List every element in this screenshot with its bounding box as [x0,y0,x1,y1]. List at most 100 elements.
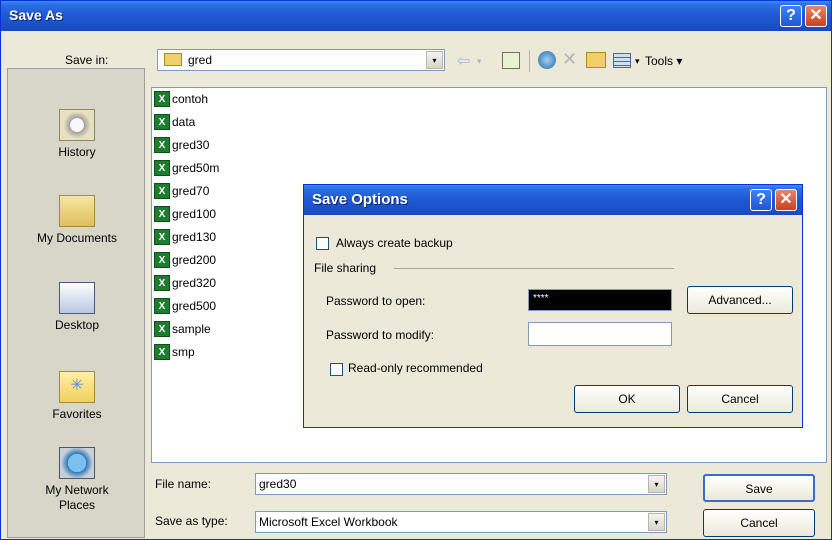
excel-file-icon: X [154,160,170,176]
password-modify-label: Password to modify: [326,328,435,342]
file-name: gred100 [172,207,217,221]
search-web-icon[interactable] [538,51,556,69]
file-name: smp [172,345,195,359]
my-documents-icon [59,195,95,227]
network-places-icon [59,447,95,479]
place-label: History [58,145,96,159]
file-name: data [172,115,196,129]
file-item-gred500[interactable]: Xgred500 [154,295,216,317]
place-label: My Network Places [45,483,109,512]
history-icon [59,109,95,141]
place-label: My Documents [36,231,118,245]
file-item-contoh[interactable]: Xcontoh [154,88,208,110]
place-history[interactable]: History [8,109,146,159]
file-name: gred320 [172,276,217,290]
back-icon[interactable]: ⇦ [457,51,470,71]
chevron-down-icon[interactable]: ▾ [648,475,665,493]
file-sharing-label: File sharing [314,261,377,275]
excel-file-icon: X [154,91,170,107]
file-item-gred130[interactable]: Xgred130 [154,226,216,248]
password-open-input[interactable]: **** [528,289,672,311]
save-options-dialog: Save Options ? ✕ Always create backup Fi… [303,184,803,428]
excel-file-icon: X [154,298,170,314]
file-item-gred200[interactable]: Xgred200 [154,249,216,271]
excel-file-icon: X [154,114,170,130]
file-name: gred130 [172,230,217,244]
file-item-gred320[interactable]: Xgred320 [154,272,216,294]
excel-file-icon: X [154,183,170,199]
save-as-type-dropdown[interactable]: Microsoft Excel Workbook ▾ [255,511,667,533]
file-name: gred500 [172,299,217,313]
chevron-down-icon[interactable]: ▾ [426,51,443,69]
place-label: Favorites [52,407,102,421]
up-folder-icon[interactable] [502,52,520,69]
file-name: sample [172,322,211,336]
file-name-label: File name: [155,477,212,491]
file-name: gred50m [172,161,220,175]
place-label: Desktop [54,318,100,332]
save-as-type-value: Microsoft Excel Workbook [259,515,398,529]
help-button[interactable]: ? [780,5,802,27]
always-backup-checkbox[interactable] [316,237,329,250]
excel-file-icon: X [154,275,170,291]
back-dropdown-icon[interactable]: ▾ [477,56,482,67]
excel-file-icon: X [154,206,170,222]
save-as-type-label: Save as type: [155,514,228,528]
file-name: gred200 [172,253,217,267]
file-item-gred50m[interactable]: Xgred50m [154,157,219,179]
file-item-gred30[interactable]: Xgred30 [154,134,209,156]
cancel-button[interactable]: Cancel [703,509,815,537]
file-item-smp[interactable]: Xsmp [154,341,195,363]
file-item-data[interactable]: Xdata [154,111,195,133]
read-only-checkbox[interactable] [330,363,343,376]
place-my-documents[interactable]: My Documents [8,195,146,245]
dialog-title: Save As [9,7,63,23]
password-modify-input[interactable] [528,322,672,346]
always-backup-label: Always create backup [336,236,453,250]
save-in-dropdown[interactable]: gred ▾ [157,49,445,71]
new-folder-icon[interactable] [586,52,606,68]
save-as-dialog: Save As ? ✕ Save in: gred ▾ ⇦ ▾ ✕ ▾ Tool… [0,0,832,540]
file-name-value: gred30 [259,477,297,491]
place-desktop[interactable]: Desktop [8,282,146,332]
save-in-label: Save in: [65,53,109,67]
desktop-icon [59,282,95,314]
chevron-down-icon[interactable]: ▾ [648,513,665,531]
read-only-label: Read-only recommended [348,361,483,375]
place-my-network[interactable]: My Network Places [8,447,146,513]
close-button[interactable]: ✕ [775,189,797,211]
close-button[interactable]: ✕ [805,5,827,27]
excel-file-icon: X [154,321,170,337]
file-name: gred70 [172,184,210,198]
file-item-sample[interactable]: Xsample [154,318,211,340]
place-favorites[interactable]: ✳ Favorites [8,371,146,421]
views-dropdown-icon[interactable]: ▾ [635,56,640,67]
save-in-value: gred [188,53,213,67]
title-bar[interactable]: Save As ? ✕ [1,1,831,31]
excel-file-icon: X [154,252,170,268]
save-button[interactable]: Save [703,474,815,502]
advanced-button[interactable]: Advanced... [687,286,793,314]
help-button[interactable]: ? [750,189,772,211]
file-item-gred70[interactable]: Xgred70 [154,180,209,202]
save-options-title: Save Options [312,191,408,208]
toolbar-divider [529,50,530,72]
excel-file-icon: X [154,137,170,153]
password-open-value: **** [533,293,549,304]
tools-menu[interactable]: Tools ▾ [645,54,682,68]
excel-file-icon: X [154,229,170,245]
password-open-label: Password to open: [326,294,426,308]
file-item-gred100[interactable]: Xgred100 [154,203,216,225]
file-name: contoh [172,92,209,106]
ok-button[interactable]: OK [574,385,680,413]
section-divider [394,268,674,269]
views-icon[interactable] [613,53,631,68]
excel-file-icon: X [154,344,170,360]
places-bar: History My Documents Desktop ✳ Favorites… [7,68,145,538]
file-name-input[interactable]: gred30 ▾ [255,473,667,495]
delete-icon[interactable]: ✕ [562,49,577,70]
save-options-title-bar[interactable]: Save Options ? ✕ [304,185,802,215]
file-name: gred30 [172,138,210,152]
cancel-button[interactable]: Cancel [687,385,793,413]
folder-icon [164,53,182,66]
